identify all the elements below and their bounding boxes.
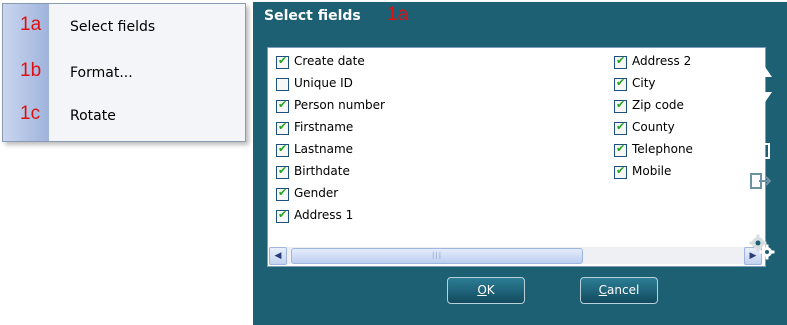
ok-button[interactable]: OK — [447, 277, 525, 304]
field-label: Person number — [294, 98, 385, 112]
menu-item-rotate[interactable]: 1c Rotate — [3, 97, 245, 135]
menu-item-format[interactable]: 1b Format... — [3, 54, 245, 92]
check-icon: ✔ — [278, 120, 288, 133]
field-label: Firstname — [294, 120, 354, 134]
check-icon: ✔ — [278, 186, 288, 199]
field-label: Address 1 — [294, 208, 354, 222]
move-up-icon[interactable] — [749, 59, 773, 79]
ok-mnemonic: O — [477, 283, 487, 297]
checkbox[interactable]: ✔ — [614, 54, 627, 69]
checkbox[interactable]: ✔ — [614, 98, 627, 113]
chevron-left-icon: ◀ — [274, 251, 282, 261]
move-down-icon[interactable] — [749, 90, 773, 110]
field-label: Gender — [294, 186, 339, 200]
scroll-left-button[interactable]: ◀ — [269, 247, 287, 265]
menu-item-select-fields[interactable]: 1a Select fields — [3, 8, 245, 46]
checkbox[interactable]: ✔ — [614, 164, 627, 179]
cancel-label-rest: ancel — [607, 283, 640, 297]
check-icon: ✔ — [616, 54, 626, 67]
field-label: Address 2 — [632, 54, 692, 68]
checkbox[interactable]: ✔ — [276, 208, 289, 223]
checkbox[interactable]: ✔ — [276, 54, 289, 69]
check-icon: ✔ — [616, 98, 626, 111]
field-label: Zip code — [632, 98, 684, 112]
select-fields-dialog: Select fields 1a ✔ Create date Unique ID… — [253, 2, 787, 325]
checkbox[interactable]: ✔ — [276, 164, 289, 179]
check-icon: ✔ — [278, 54, 288, 67]
checkbox[interactable]: ✔ — [276, 186, 289, 201]
field-label: Lastname — [294, 142, 354, 156]
check-icon: ✔ — [616, 76, 626, 89]
menu-item-label: Select fields — [70, 19, 156, 35]
checkbox[interactable] — [276, 78, 289, 91]
menu-item-number: 1c — [20, 103, 41, 124]
ok-label-rest: K — [486, 283, 495, 297]
context-menu: 1a Select fields 1b Format... 1c Rotate — [2, 3, 246, 142]
checkbox[interactable]: ✔ — [276, 120, 289, 135]
check-icon: ✔ — [278, 98, 288, 111]
checkbox[interactable]: ✔ — [614, 142, 627, 157]
grip-icon: ||| — [432, 251, 443, 259]
check-icon: ✔ — [278, 142, 288, 155]
fields-list[interactable]: ✔ Create date Unique ID ✔ Person number … — [267, 47, 766, 267]
checkbox[interactable]: ✔ — [276, 142, 289, 157]
checkbox[interactable]: ✔ — [614, 120, 627, 135]
add-field-icon[interactable] — [749, 142, 771, 160]
menu-item-number: 1a — [20, 14, 42, 35]
remove-field-icon[interactable] — [749, 172, 771, 190]
menu-item-label: Rotate — [70, 108, 116, 124]
field-label: Mobile — [632, 164, 672, 178]
field-label: Create date — [294, 54, 365, 68]
field-label: Unique ID — [294, 76, 353, 90]
menu-item-label: Format... — [70, 65, 133, 81]
cancel-mnemonic: C — [598, 283, 608, 297]
field-label: City — [632, 76, 656, 90]
check-icon: ✔ — [616, 164, 626, 177]
check-icon: ✔ — [278, 208, 288, 221]
horizontal-scrollbar[interactable]: ◀ ||| ▶ — [269, 247, 762, 265]
scrollbar-thumb[interactable]: ||| — [291, 248, 583, 264]
checkbox[interactable]: ✔ — [614, 76, 627, 91]
field-label: Birthdate — [294, 164, 350, 178]
field-label: County — [632, 120, 675, 134]
dialog-title: Select fields — [264, 8, 361, 24]
cancel-button[interactable]: Cancel — [580, 277, 658, 304]
check-icon: ✔ — [616, 120, 626, 133]
check-icon: ✔ — [616, 142, 626, 155]
dialog-title-number: 1a — [387, 4, 409, 25]
field-label: Telephone — [632, 142, 693, 156]
menu-item-number: 1b — [20, 60, 42, 81]
settings-gears-icon[interactable] — [749, 234, 775, 260]
checkbox[interactable]: ✔ — [276, 98, 289, 113]
check-icon: ✔ — [278, 164, 288, 177]
